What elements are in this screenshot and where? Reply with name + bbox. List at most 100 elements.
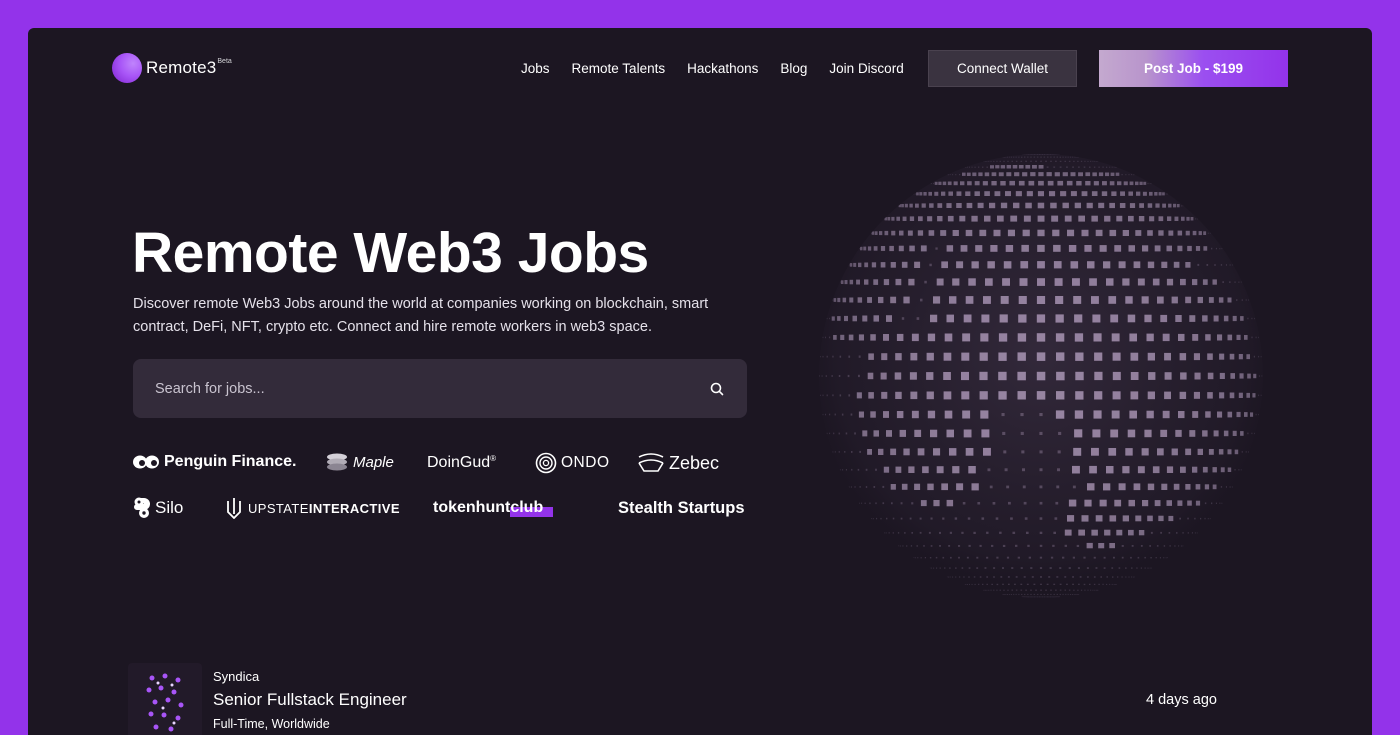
globe-tile xyxy=(961,371,969,381)
globe-tile xyxy=(897,532,900,534)
job-title[interactable]: Senior Fullstack Engineer xyxy=(213,690,407,710)
globe-tile xyxy=(904,203,908,208)
globe-tile xyxy=(1234,449,1239,455)
globe-tile xyxy=(1131,576,1132,578)
globe-tile xyxy=(844,451,846,453)
globe-tile xyxy=(977,202,984,209)
globe-tile xyxy=(1004,468,1008,472)
globe-tile xyxy=(1246,392,1250,398)
post-job-button[interactable]: Post Job - $199 xyxy=(1099,50,1288,87)
globe-tile xyxy=(901,483,908,490)
nav-hackathons[interactable]: Hackathons xyxy=(687,61,758,76)
globe-tile xyxy=(1030,160,1032,162)
nav-blog[interactable]: Blog xyxy=(780,61,807,76)
globe-tile xyxy=(924,557,926,559)
globe-tile xyxy=(1020,431,1024,435)
globe-tile xyxy=(1080,589,1083,591)
site-logo[interactable]: Remote3 Beta xyxy=(112,53,232,83)
nav-jobs[interactable]: Jobs xyxy=(521,61,550,76)
globe-tile xyxy=(1030,172,1036,177)
globe-tile xyxy=(1207,353,1213,360)
globe-tile xyxy=(952,230,959,236)
globe-tile xyxy=(1260,356,1262,358)
globe-tile xyxy=(993,160,995,162)
globe-tile xyxy=(983,161,984,162)
globe-tile xyxy=(1010,156,1012,158)
globe-tile xyxy=(941,191,946,196)
globe-tile xyxy=(1002,583,1004,585)
globe-tile xyxy=(1053,166,1056,168)
globe-tile xyxy=(1018,593,1020,595)
globe-tile xyxy=(1068,499,1077,507)
globe-tile xyxy=(1076,544,1080,547)
partner-name: tokenhunt xyxy=(433,499,511,516)
connect-wallet-button[interactable]: Connect Wallet xyxy=(928,50,1077,87)
globe-tile xyxy=(1154,192,1158,196)
globe-tile xyxy=(1160,429,1168,437)
globe-tile xyxy=(1255,336,1257,339)
globe-tile xyxy=(1217,411,1223,418)
globe-tile xyxy=(1115,166,1116,168)
globe-tile xyxy=(1057,450,1061,454)
globe-tile xyxy=(1027,154,1029,155)
globe-tile xyxy=(845,432,848,435)
globe-tile xyxy=(971,483,979,491)
globe-tile xyxy=(1004,594,1006,595)
globe-tile xyxy=(1020,589,1023,591)
nav-remote-talents[interactable]: Remote Talents xyxy=(572,61,666,76)
globe-tile xyxy=(1075,156,1077,158)
globe-tile xyxy=(996,160,998,162)
globe-tile xyxy=(967,166,968,168)
globe-tile xyxy=(1017,352,1026,361)
globe-tile xyxy=(1050,593,1052,595)
globe-tile xyxy=(1072,278,1080,286)
globe-tile xyxy=(1046,166,1049,168)
globe-tile xyxy=(924,280,927,284)
globe-tile xyxy=(949,567,951,569)
nav-join-discord[interactable]: Join Discord xyxy=(829,61,903,76)
globe-tile xyxy=(882,502,885,505)
search-icon[interactable] xyxy=(687,382,747,396)
globe-tile xyxy=(1147,515,1153,522)
search-input[interactable] xyxy=(133,380,687,397)
globe-tile xyxy=(820,394,821,396)
globe-tile xyxy=(1033,593,1036,595)
globe-tile xyxy=(1098,583,1100,585)
globe-tile xyxy=(1022,485,1026,489)
globe-tile xyxy=(1131,174,1132,176)
globe-tile xyxy=(1026,154,1028,155)
globe-tile xyxy=(870,411,876,418)
globe-tile xyxy=(1236,411,1241,418)
globe-tile xyxy=(1045,596,1047,598)
globe-tile xyxy=(1005,156,1007,158)
globe-tile xyxy=(1161,261,1168,268)
globe-tile xyxy=(1038,180,1044,186)
globe-tile xyxy=(1049,567,1052,569)
globe-tile xyxy=(1086,542,1093,549)
globe-tile xyxy=(1202,430,1208,437)
globe-tile xyxy=(1154,245,1161,252)
globe-tile xyxy=(832,394,834,397)
globe-tile xyxy=(1157,448,1164,456)
globe-tile xyxy=(1204,484,1210,490)
globe-tile xyxy=(1025,154,1027,155)
globe-tile xyxy=(822,413,824,416)
globe-tile xyxy=(834,413,836,416)
globe-tile xyxy=(959,174,961,176)
globe-tile xyxy=(1144,314,1152,323)
globe-tile xyxy=(1128,499,1135,507)
globe-tile xyxy=(1229,486,1231,488)
globe-tile xyxy=(1189,315,1196,322)
globe-tile xyxy=(861,502,863,504)
globe-tile xyxy=(831,316,835,321)
globe-tile xyxy=(1007,156,1008,158)
globe-tile xyxy=(883,334,889,341)
globe-tile xyxy=(895,391,902,399)
company-logo[interactable] xyxy=(128,663,202,735)
globe-tile xyxy=(1108,296,1117,304)
globe-tile xyxy=(1110,429,1119,438)
globe-tile xyxy=(964,166,966,168)
globe-tile xyxy=(854,486,856,488)
globe-tile xyxy=(1008,156,1010,158)
globe-tile xyxy=(886,315,892,322)
